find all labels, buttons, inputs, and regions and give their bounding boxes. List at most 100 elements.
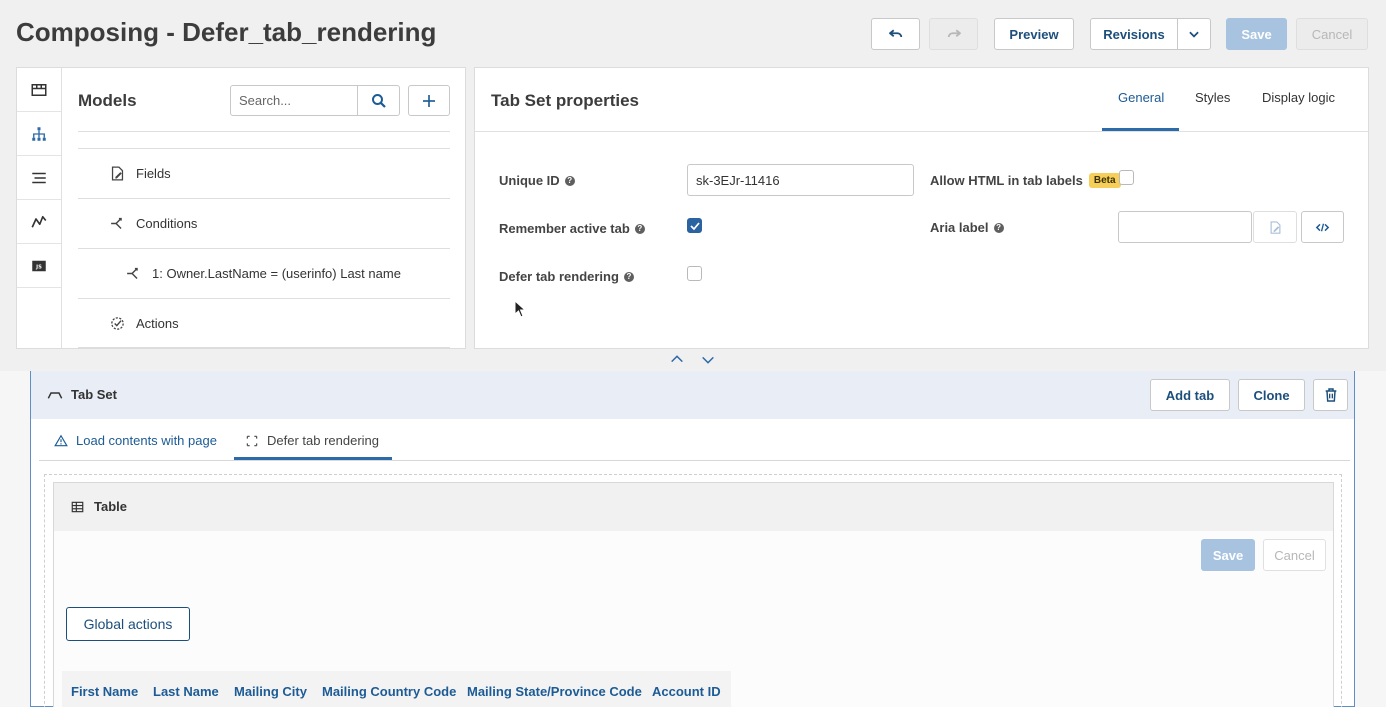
divider xyxy=(78,148,450,149)
label-text: Remember active tab xyxy=(499,221,630,236)
column-header[interactable]: Mailing City xyxy=(234,684,307,699)
table-title-text: Table xyxy=(94,499,127,514)
search-button[interactable] xyxy=(357,85,400,116)
tree-item-condition[interactable]: 1: Owner.LastName = (userinfo) Last name xyxy=(125,258,401,288)
tab-defer-rendering[interactable]: Defer tab rendering xyxy=(245,433,379,448)
table-save-button[interactable]: Save xyxy=(1201,539,1255,571)
global-actions-button[interactable]: Global actions xyxy=(66,607,190,641)
tab-load-contents[interactable]: Load contents with page xyxy=(54,433,217,448)
rail-outline[interactable] xyxy=(17,156,61,200)
help-icon[interactable]: ? xyxy=(564,175,575,186)
code-icon xyxy=(1315,223,1330,231)
column-header[interactable]: First Name xyxy=(71,684,138,699)
tabset-component[interactable]: Tab Set Add tab Clone Load contents with… xyxy=(30,371,1355,707)
tree-item-fields[interactable]: Fields xyxy=(109,158,171,188)
rail-models[interactable] xyxy=(17,112,61,156)
remember-active-label: Remember active tab ? xyxy=(499,221,645,236)
add-model-button[interactable] xyxy=(408,85,450,116)
label-text: Defer tab rendering xyxy=(499,269,619,284)
check-icon xyxy=(689,221,700,230)
table-title: Table xyxy=(70,499,127,514)
tab-display-logic[interactable]: Display logic xyxy=(1262,90,1335,105)
help-icon[interactable]: ? xyxy=(993,222,1004,233)
tab-label: Load contents with page xyxy=(76,433,217,448)
tab-general[interactable]: General xyxy=(1118,90,1164,105)
revisions-button[interactable]: Revisions xyxy=(1090,18,1178,50)
mouse-cursor-icon xyxy=(514,300,526,318)
dashed-frame-icon xyxy=(246,435,258,446)
undo-button[interactable] xyxy=(871,18,920,50)
defer-tab-checkbox[interactable] xyxy=(687,266,702,281)
save-button[interactable]: Save xyxy=(1226,18,1287,50)
properties-panel: Tab Set properties General Styles Displa… xyxy=(474,67,1369,349)
redo-button[interactable] xyxy=(929,18,978,50)
models-title: Models xyxy=(78,91,137,110)
condition-icon xyxy=(111,217,122,229)
table-icon xyxy=(71,501,84,512)
aria-label-label: Aria label ? xyxy=(930,220,1004,235)
allow-html-checkbox[interactable] xyxy=(1119,170,1134,185)
unique-id-input[interactable] xyxy=(687,164,914,196)
table-column-headers: First Name Last Name Mailing City Mailin… xyxy=(62,671,731,707)
divider xyxy=(39,460,1350,461)
aria-label-input[interactable] xyxy=(1118,211,1252,243)
divider xyxy=(78,131,450,132)
clone-button[interactable]: Clone xyxy=(1238,379,1305,411)
label-text: Unique ID xyxy=(499,173,560,188)
document-edit-icon xyxy=(1270,220,1280,234)
plus-icon xyxy=(423,94,435,107)
help-icon[interactable]: ? xyxy=(634,223,645,234)
chevron-down-icon[interactable] xyxy=(700,352,716,368)
condition-icon xyxy=(127,267,138,279)
column-header[interactable]: Mailing State/Province Code xyxy=(467,684,642,699)
divider xyxy=(475,131,1368,132)
label-text: Aria label xyxy=(930,220,989,235)
cancel-button[interactable]: Cancel xyxy=(1296,18,1368,50)
tabset-title-text: Tab Set xyxy=(71,387,117,402)
add-tab-button[interactable]: Add tab xyxy=(1150,379,1230,411)
page-canvas: Tab Set Add tab Clone Load contents with… xyxy=(0,371,1386,707)
warning-icon xyxy=(54,434,68,446)
tree-item-label: Actions xyxy=(136,315,179,331)
rail-javascript[interactable]: JS xyxy=(17,244,61,288)
divider xyxy=(78,298,450,299)
beta-badge: Beta xyxy=(1088,173,1121,188)
tree-item-actions[interactable]: Actions xyxy=(109,308,179,338)
trash-icon xyxy=(1325,388,1336,402)
preview-button[interactable]: Preview xyxy=(994,18,1074,50)
tree-item-label: 1: Owner.LastName = (userinfo) Last name xyxy=(152,265,401,281)
column-header[interactable]: Mailing Country Code xyxy=(322,684,456,699)
column-header[interactable]: Account ID xyxy=(652,684,721,699)
aria-code-button[interactable] xyxy=(1301,211,1344,243)
hierarchy-icon xyxy=(32,126,46,141)
fields-icon xyxy=(111,165,124,181)
delete-button[interactable] xyxy=(1313,379,1348,411)
redo-icon xyxy=(947,29,961,38)
aria-edit-button[interactable] xyxy=(1253,211,1297,243)
unique-id-label: Unique ID ? xyxy=(499,173,575,188)
tab-label: Defer tab rendering xyxy=(267,433,380,448)
rail-page-elements[interactable] xyxy=(17,68,61,112)
chevron-up-icon[interactable] xyxy=(669,351,685,367)
models-panel: JS Models Fields Conditions 1: Owner.Las… xyxy=(16,67,466,349)
undo-icon xyxy=(888,29,902,38)
column-header[interactable]: Last Name xyxy=(153,684,219,699)
help-icon[interactable]: ? xyxy=(623,271,634,282)
tabset-title: Tab Set xyxy=(47,387,117,402)
divider xyxy=(78,347,450,348)
rail-performance[interactable] xyxy=(17,200,61,244)
revisions-dropdown-button[interactable] xyxy=(1177,18,1211,50)
page-title: Composing - Defer_tab_rendering xyxy=(16,17,437,47)
models-search-input[interactable] xyxy=(230,85,358,116)
tabset-header: Tab Set Add tab Clone xyxy=(31,371,1354,419)
table-cancel-button[interactable]: Cancel xyxy=(1263,539,1326,571)
divider xyxy=(78,198,450,199)
search-icon xyxy=(371,93,386,108)
layout-icon xyxy=(31,83,47,96)
tab-styles[interactable]: Styles xyxy=(1195,90,1230,105)
tree-item-label: Fields xyxy=(136,165,171,181)
tree-item-conditions[interactable]: Conditions xyxy=(109,208,197,238)
label-text: Allow HTML in tab labels xyxy=(930,173,1083,188)
table-component[interactable]: Table Save Cancel Global actions First N… xyxy=(53,482,1334,707)
remember-active-checkbox[interactable] xyxy=(687,218,702,233)
